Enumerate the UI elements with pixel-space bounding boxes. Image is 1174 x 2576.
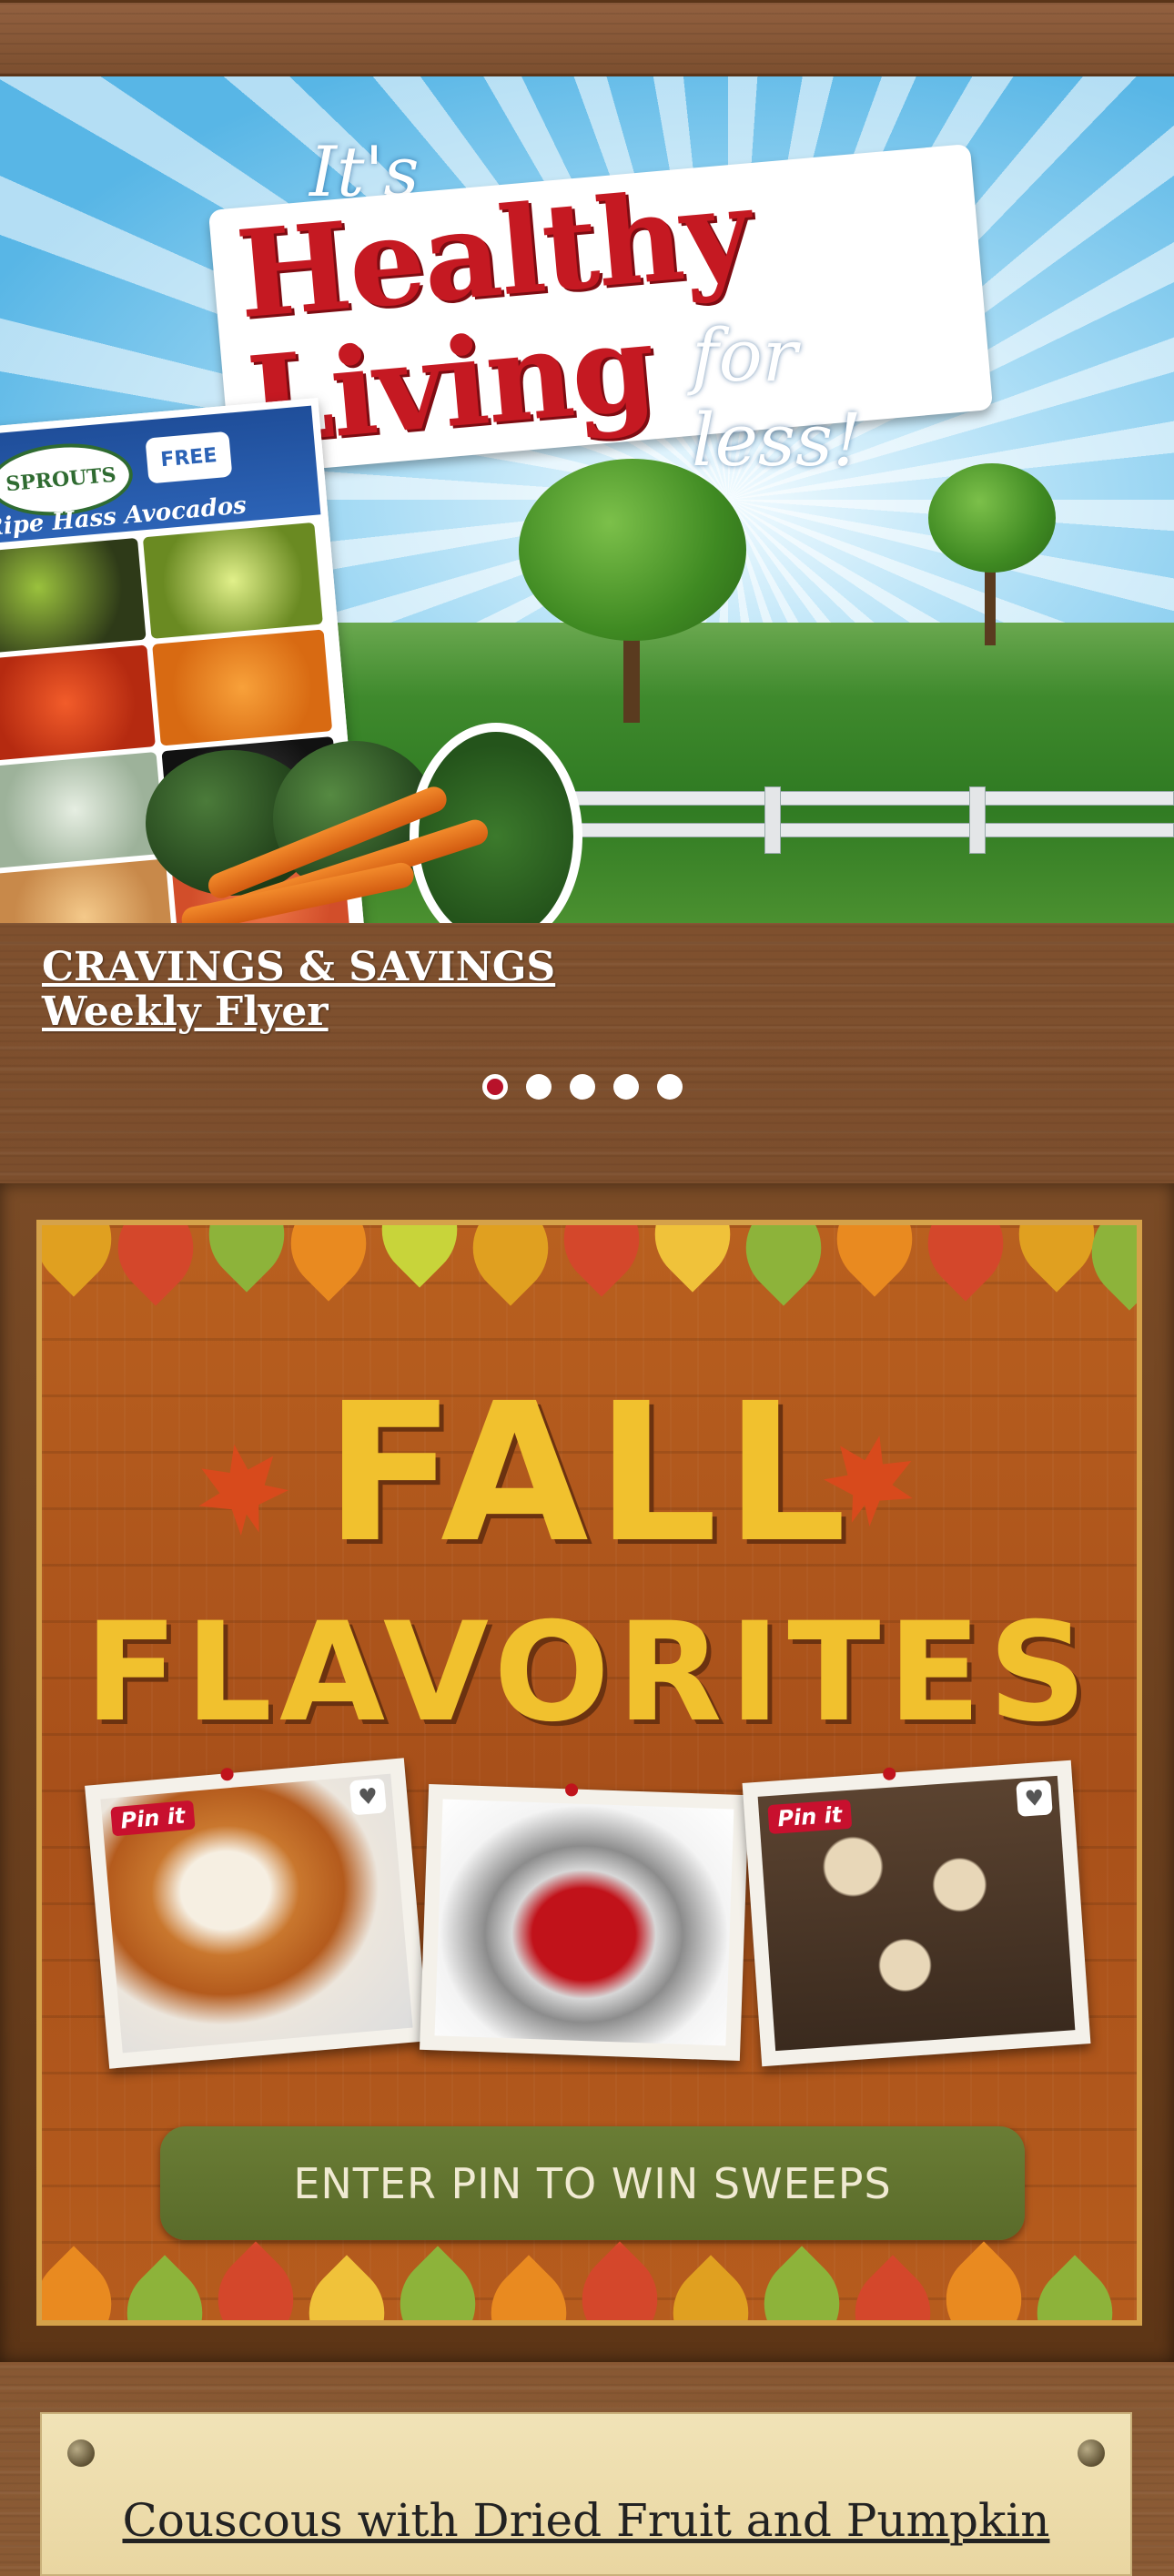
heart-icon[interactable]: ♥ [349,1778,387,1816]
leaf-decoration [725,1225,842,1306]
pin-card-stand-mixer[interactable] [420,1783,749,2062]
fence-post [969,786,986,854]
leaf-decoration [926,2241,1042,2320]
leaf-decoration [270,1225,387,1302]
promo-title-fall: FALL [324,1362,855,1585]
leaf-decoration [188,1225,305,1293]
pushpin-icon [219,1767,235,1781]
top-wood-strip [0,0,1174,76]
recipe-card[interactable]: Couscous with Dried Fruit and Pumpkin [40,2412,1132,2576]
carousel-dot[interactable] [570,1074,595,1100]
caption-subtitle[interactable]: Weekly Flyer [42,989,555,1035]
pin-it-button[interactable]: Pin it [767,1799,853,1835]
leaf-decoration [634,1225,751,1293]
leaf-decoration [106,2255,223,2320]
fall-flavorites-promo[interactable]: FALL FLAVORITES Pin it ♥ Pin it ♥ ENTER … [36,1220,1142,2326]
leaf-decoration [380,2246,496,2320]
caption-title[interactable]: CRAVINGS & SAVINGS [42,945,555,990]
leaf-decoration [816,1225,933,1297]
fence-post [764,786,781,854]
leaf-decoration [197,2241,314,2320]
enter-sweeps-button[interactable]: ENTER PIN TO WIN SWEEPS [160,2126,1025,2240]
leaf-decoration [288,2255,405,2320]
pushpin-icon [564,1783,579,1797]
carousel-dot[interactable] [657,1074,683,1100]
healthy-living-logo: It's Healthy Living for less! [207,113,994,482]
promo-title-flavorites: FLAVORITES [84,1594,1095,1752]
free-badge: FREE [145,431,233,484]
carousel-pagination [482,1074,683,1100]
tree-small [928,463,1056,654]
pushpin-icon [882,1767,896,1781]
hero-caption-link[interactable]: CRAVINGS & SAVINGS Weekly Flyer [42,945,555,1035]
screw-icon [67,2439,95,2467]
pin-card-roasted-pears[interactable]: Pin it ♥ [742,1760,1091,2067]
fence-rail-bottom [546,823,1174,837]
leaf-decoration [835,2255,951,2320]
leaf-decoration [744,2246,860,2320]
heart-icon[interactable]: ♥ [1016,1780,1053,1817]
leaf-decoration [1017,2255,1133,2320]
leaf-decoration [653,2255,769,2320]
leaf-decoration [471,2255,587,2320]
hero-banner[interactable]: It's Healthy Living for less! SPROUTS FR… [0,76,1174,923]
leaf-decoration [42,2246,132,2320]
logo-for-less: for less! [692,313,863,482]
carousel-dot[interactable] [613,1074,639,1100]
leaf-decoration [97,1225,214,1306]
leaf-decoration [452,1225,569,1306]
leaf-decoration [907,1225,1024,1302]
pin-card-pumpkin-pie[interactable]: Pin it ♥ [85,1758,429,2069]
fence-rail-top [546,791,1174,806]
tree-large [519,459,746,732]
carousel-dot[interactable] [482,1074,508,1100]
leaf-decoration [562,2241,678,2320]
leaf-decoration [361,1225,478,1288]
leaf-decoration [42,1225,132,1297]
carousel-dot[interactable] [526,1074,552,1100]
screw-icon [1078,2439,1105,2467]
recipe-title-link[interactable]: Couscous with Dried Fruit and Pumpkin [42,2494,1130,2547]
leaf-decoration [543,1225,660,1297]
